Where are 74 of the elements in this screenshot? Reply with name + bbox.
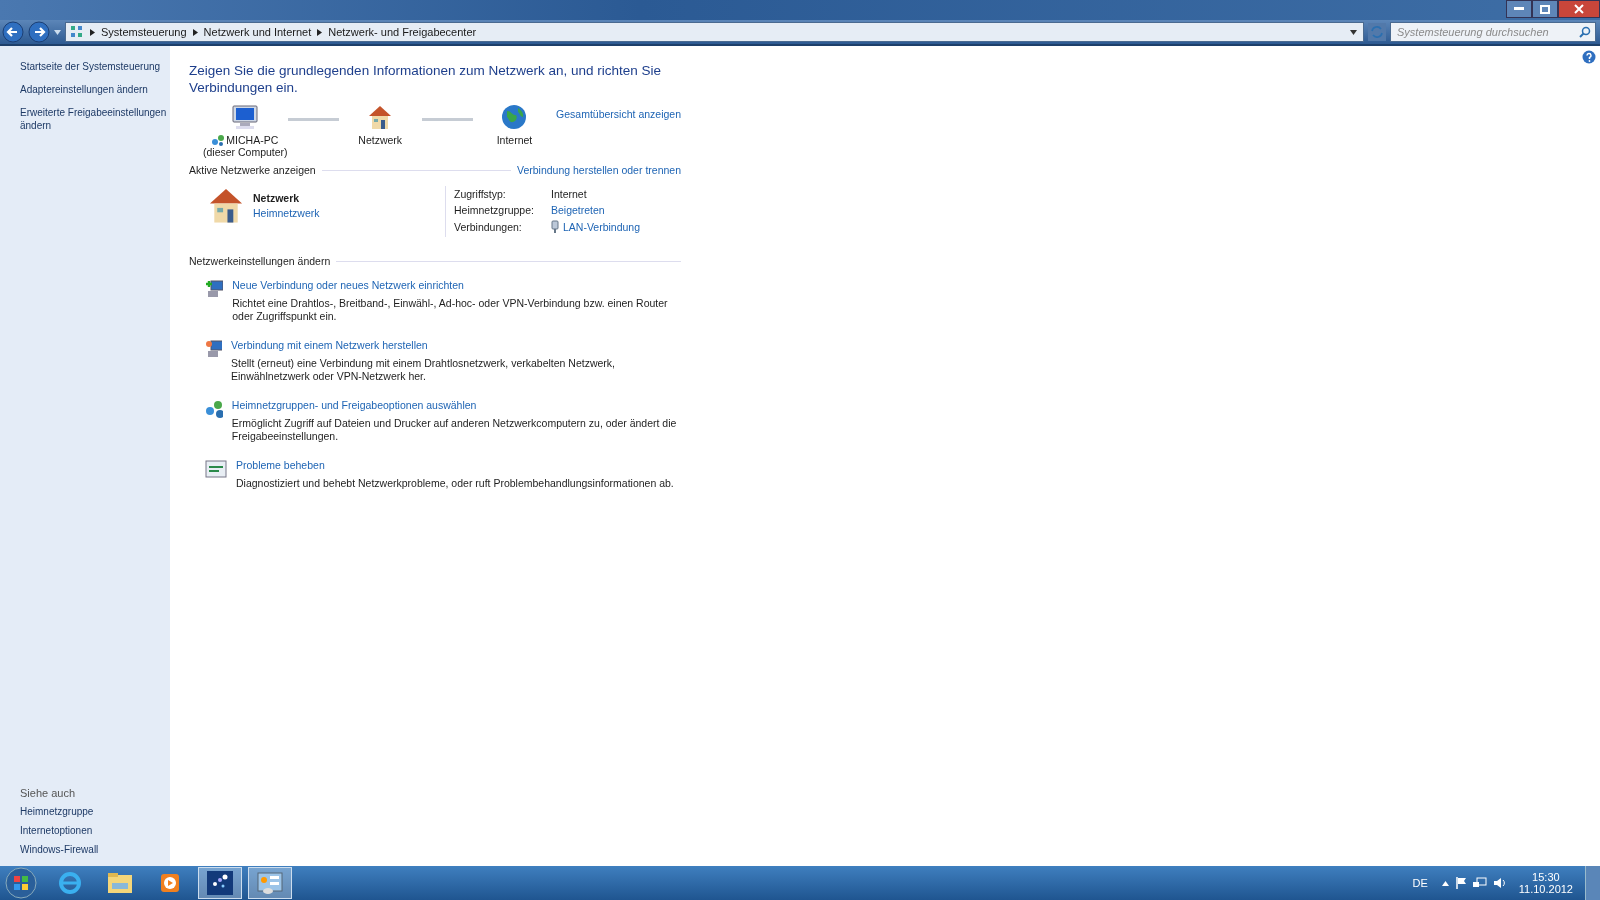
taskbar-button[interactable] bbox=[248, 867, 292, 899]
task-link[interactable]: Probleme beheben bbox=[236, 459, 674, 472]
node-label: MICHA-PC bbox=[226, 134, 279, 146]
network-icon[interactable] bbox=[1472, 877, 1487, 889]
chevron-icon[interactable] bbox=[317, 28, 323, 36]
task-description: Stellt (erneut) eine Verbindung mit einem Drahtlosnetzwerk, verkabelten Netzwerk, Einwählnetzwerk oder VPN-Netzwerk her. bbox=[231, 357, 617, 383]
task-link[interactable]: Neue Verbindung oder neues Netzwerk einrichten bbox=[232, 279, 681, 292]
detail-label: Verbindungen: bbox=[454, 220, 523, 233]
node-label: Netzwerk bbox=[358, 134, 403, 146]
address-bar[interactable]: Systemsteuerung Netzwerk und Internet Netzwerk- und Freigabecenter bbox=[65, 22, 1364, 42]
clock[interactable]: 15:30 11.10.2012 bbox=[1518, 871, 1573, 895]
cable-icon bbox=[551, 220, 559, 233]
back-icon[interactable] bbox=[2, 21, 24, 43]
detail-value: Internet bbox=[551, 188, 587, 200]
globe-icon[interactable] bbox=[501, 104, 528, 130]
troubleshoot-icon bbox=[205, 459, 227, 479]
see-also-heading: Siehe auch bbox=[20, 787, 77, 799]
overview-link[interactable]: Gesamtübersicht anzeigen bbox=[556, 108, 681, 120]
control-panel-icon bbox=[256, 871, 284, 895]
task-description: Ermöglicht Zugriff auf Dateien und Drucker auf anderen Netzwerkcomputern zu, oder ändert die Freigabeeinstellungen. bbox=[231, 417, 678, 443]
control-panel-icon bbox=[70, 25, 84, 39]
network-name: Netzwerk bbox=[253, 192, 301, 204]
see-also-link[interactable]: Internetoptionen bbox=[20, 824, 170, 837]
taskbar-button[interactable] bbox=[198, 867, 242, 899]
see-also-link[interactable]: Heimnetzgruppe bbox=[20, 805, 170, 818]
sidebar-link[interactable]: Erweiterte Freigabeeinstellungen ändern bbox=[20, 106, 170, 132]
network-type-link[interactable]: Heimnetzwerk bbox=[253, 207, 320, 219]
connect-disconnect-link[interactable]: Verbindung herstellen oder trennen bbox=[516, 164, 681, 176]
minimize-icon bbox=[1514, 7, 1524, 11]
task-description: Richtet eine Drahtlos-, Breitband-, Einwähl-, Ad-hoc- oder VPN-Verbindung bzw. einen Router oder Zugriffspunkt ein. bbox=[232, 297, 669, 323]
minimize-button[interactable] bbox=[1506, 0, 1532, 18]
maximize-button[interactable] bbox=[1532, 0, 1558, 18]
network-connect-icon bbox=[205, 339, 222, 359]
connection-link[interactable]: LAN-Verbindung bbox=[563, 220, 641, 233]
section-title: Aktive Netzwerke anzeigen bbox=[189, 164, 316, 176]
chevron-icon[interactable] bbox=[192, 28, 198, 36]
language-indicator[interactable]: DE bbox=[1412, 877, 1428, 889]
folder-icon bbox=[106, 871, 134, 895]
show-hidden-icons-icon[interactable] bbox=[1441, 880, 1449, 886]
page-heading: Zeigen Sie die grundlegenden Informationen zum Netzwerk an, und richten Sie Verbindungen ein. bbox=[189, 62, 663, 96]
node-sublabel: (dieser Computer) bbox=[203, 146, 288, 158]
node-label: Internet bbox=[496, 134, 533, 146]
detail-label: Heimnetzgruppe: bbox=[454, 204, 535, 216]
sidebar-link[interactable]: Startseite der Systemsteuerung bbox=[20, 60, 170, 73]
close-icon bbox=[1574, 4, 1584, 14]
network-setup-icon bbox=[205, 279, 224, 299]
network-icon bbox=[212, 134, 225, 146]
start-button[interactable] bbox=[4, 866, 38, 900]
help-icon[interactable] bbox=[1582, 50, 1596, 64]
computer-icon[interactable] bbox=[231, 104, 260, 130]
forward-icon[interactable] bbox=[28, 21, 50, 43]
browser-icon bbox=[57, 870, 83, 896]
task-link[interactable]: Verbindung mit einem Netzwerk herstellen bbox=[231, 339, 681, 352]
breadcrumb[interactable]: Netzwerk- und Freigabecenter bbox=[328, 26, 477, 38]
breadcrumb[interactable]: Netzwerk und Internet bbox=[203, 26, 312, 38]
restore-icon bbox=[1540, 4, 1550, 14]
homegroup-icon bbox=[205, 399, 223, 419]
chevron-icon[interactable] bbox=[90, 28, 95, 36]
flag-icon[interactable] bbox=[1454, 877, 1467, 889]
speaker-icon[interactable] bbox=[1492, 877, 1507, 889]
sidebar-link[interactable]: Adaptereinstellungen ändern bbox=[20, 83, 170, 96]
app-icon bbox=[207, 871, 233, 895]
task-description: Diagnostiziert und behebt Netzwerkprobleme, oder ruft Problembehandlungsinformationen ab. bbox=[236, 477, 674, 490]
search-icon[interactable] bbox=[1579, 26, 1591, 38]
play-icon bbox=[159, 872, 181, 894]
detail-link[interactable]: Beigetreten bbox=[551, 204, 605, 216]
detail-label: Zugriffstyp: bbox=[454, 188, 507, 200]
section-title: Netzwerkeinstellungen ändern bbox=[189, 255, 331, 267]
close-button[interactable] bbox=[1558, 0, 1600, 18]
search-field[interactable]: Systemsteuerung durchsuchen bbox=[1390, 22, 1596, 42]
dropdown-icon[interactable] bbox=[1350, 29, 1357, 35]
breadcrumb[interactable]: Systemsteuerung bbox=[101, 26, 187, 38]
task-link[interactable]: Heimnetzgruppen- und Freigabeoptionen auswählen bbox=[231, 399, 681, 412]
see-also-link[interactable]: Windows-Firewall bbox=[20, 843, 170, 856]
